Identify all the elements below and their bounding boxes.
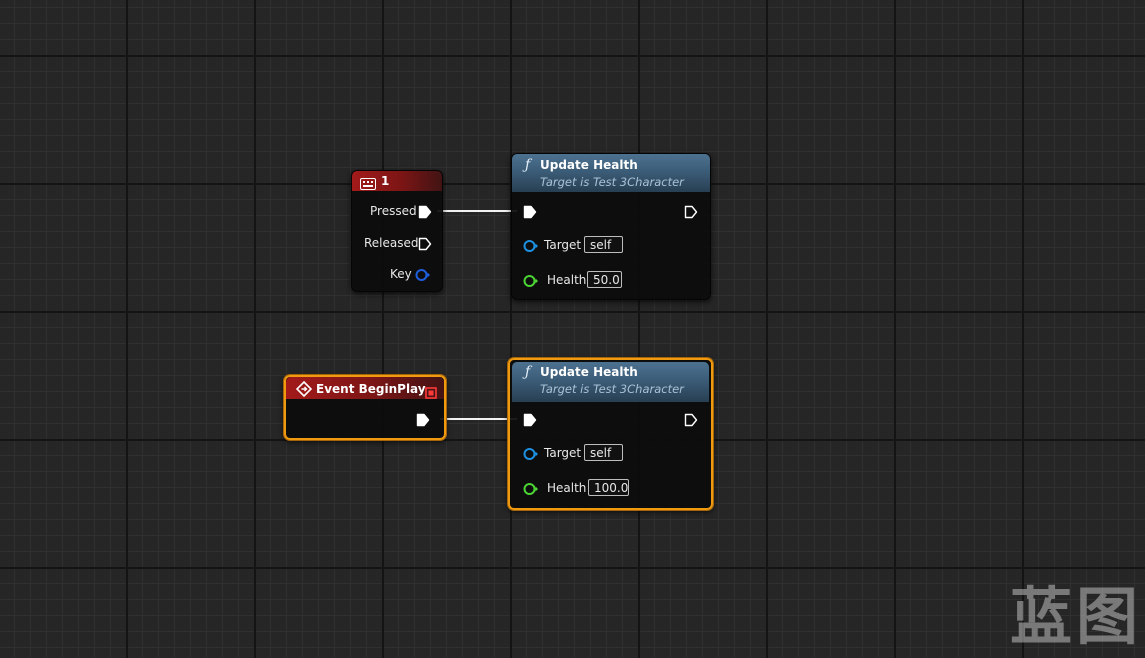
- exec-out-pin[interactable]: [684, 412, 698, 431]
- exec-out-pin-pressed[interactable]: [418, 204, 432, 223]
- health-pin-label: Health: [547, 481, 587, 495]
- exec-out-pin-released[interactable]: [418, 236, 432, 255]
- exec-wire-pressed[interactable]: [437, 210, 517, 212]
- node-subtitle: Target is Test 3Character: [540, 382, 684, 396]
- target-value-field[interactable]: self: [584, 236, 623, 253]
- delegate-pin-icon[interactable]: [425, 384, 437, 403]
- exec-in-pin[interactable]: [523, 412, 537, 431]
- key-pin-label: Key: [390, 267, 412, 281]
- node-title: Update Health: [540, 158, 638, 172]
- exec-in-pin[interactable]: [523, 204, 537, 223]
- health-pin-label: Health: [547, 273, 587, 287]
- health-value-field[interactable]: 100.0: [588, 479, 629, 496]
- exec-wire-beginplay[interactable]: [440, 418, 517, 420]
- exec-out-pin[interactable]: [684, 204, 698, 223]
- key-event-node[interactable]: 1 Pressed Released Key: [351, 170, 443, 292]
- keyboard-icon: [360, 175, 376, 194]
- event-icon: [295, 380, 313, 401]
- function-icon: ƒ: [525, 157, 531, 173]
- update-health-node-2[interactable]: ƒ Update Health Target is Test 3Characte…: [508, 358, 713, 510]
- blueprint-watermark: 蓝图: [1010, 580, 1143, 653]
- event-beginplay-node[interactable]: Event BeginPlay: [284, 375, 446, 440]
- released-pin-label: Released: [364, 236, 419, 250]
- health-pin[interactable]: [523, 481, 539, 500]
- node-subtitle: Target is Test 3Character: [540, 175, 684, 189]
- target-pin[interactable]: [523, 446, 539, 465]
- health-pin[interactable]: [523, 273, 539, 292]
- exec-out-pin[interactable]: [416, 412, 430, 431]
- update-health-node-1[interactable]: ƒ Update Health Target is Test 3Characte…: [511, 153, 711, 300]
- pressed-pin-label: Pressed: [370, 204, 417, 218]
- function-icon: ƒ: [525, 364, 531, 380]
- target-value-field[interactable]: self: [584, 444, 623, 461]
- health-value-field[interactable]: 50.0: [587, 271, 622, 288]
- target-pin-label: Target: [544, 238, 582, 252]
- node-title: Update Health: [540, 365, 638, 379]
- node-title: 1: [381, 174, 390, 188]
- target-pin-label: Target: [544, 446, 582, 460]
- node-title: Event BeginPlay: [316, 382, 426, 396]
- target-pin[interactable]: [523, 238, 539, 257]
- struct-out-pin-key[interactable]: [415, 267, 431, 286]
